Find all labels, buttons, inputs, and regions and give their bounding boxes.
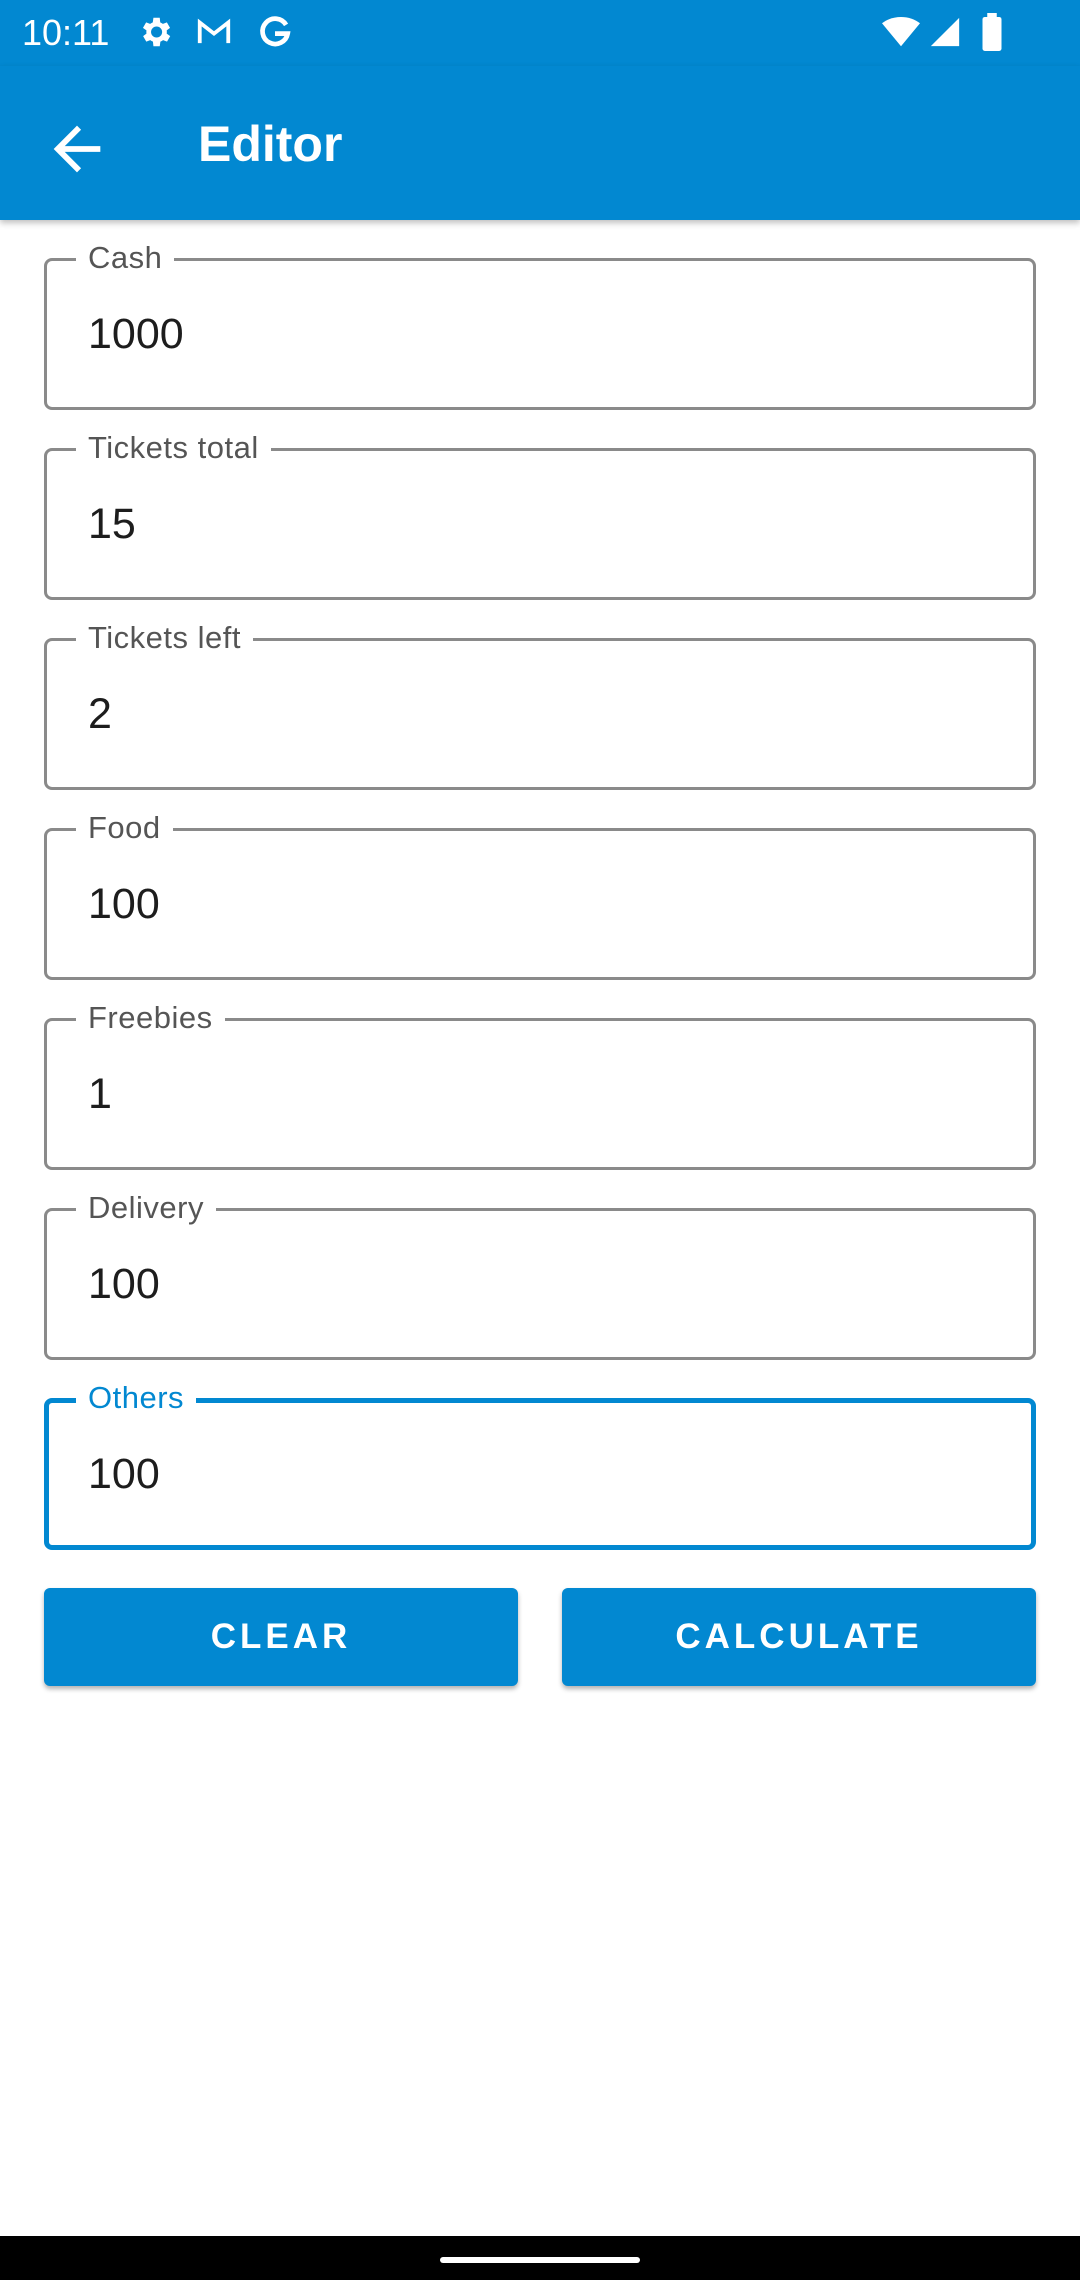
status-bar: 10:11 (0, 0, 1080, 66)
field-outline (44, 1398, 1036, 1550)
field-outline (44, 448, 1036, 600)
delivery-field[interactable]: Delivery 100 (44, 1188, 1036, 1360)
status-time: 10:11 (22, 12, 110, 53)
app-bar: Editor (0, 66, 1080, 220)
food-label: Food (76, 808, 173, 848)
tickets-left-value[interactable]: 2 (88, 688, 112, 740)
freebies-field[interactable]: Freebies 1 (44, 998, 1036, 1170)
field-outline (44, 828, 1036, 980)
arrow-back-icon (42, 125, 112, 188)
page-title: Editor (198, 116, 343, 172)
food-field[interactable]: Food 100 (44, 808, 1036, 980)
others-label: Others (76, 1378, 197, 1418)
tickets-left-label: Tickets left (76, 618, 253, 658)
delivery-label: Delivery (76, 1188, 216, 1228)
others-field[interactable]: Others 100 (44, 1378, 1036, 1550)
home-gesture-handle[interactable] (440, 2257, 640, 2263)
tickets-left-field[interactable]: Tickets left 2 (44, 618, 1036, 790)
back-button[interactable] (42, 114, 112, 184)
tickets-total-label: Tickets total (76, 428, 271, 468)
clear-button[interactable]: CLEAR (44, 1588, 518, 1686)
tickets-total-value[interactable]: 15 (88, 498, 136, 550)
field-outline (44, 1018, 1036, 1170)
delivery-value[interactable]: 100 (88, 1258, 160, 1310)
navigation-bar (0, 2236, 1080, 2280)
freebies-label: Freebies (76, 998, 225, 1038)
calculate-button[interactable]: CALCULATE (562, 1588, 1036, 1686)
cash-label: Cash (76, 238, 175, 278)
tickets-total-field[interactable]: Tickets total 15 (44, 428, 1036, 600)
wifi-icon (880, 13, 922, 56)
cash-field[interactable]: Cash 1000 (44, 238, 1036, 410)
others-value[interactable]: 100 (88, 1448, 160, 1500)
field-outline (44, 258, 1036, 410)
signal-icon (928, 13, 962, 56)
cash-value[interactable]: 1000 (88, 308, 184, 360)
field-outline (44, 1208, 1036, 1360)
food-value[interactable]: 100 (88, 878, 160, 930)
battery-icon (980, 13, 1004, 56)
settings-icon (136, 13, 174, 56)
gmail-icon (194, 13, 234, 56)
freebies-value[interactable]: 1 (88, 1068, 112, 1120)
google-icon (256, 13, 294, 56)
field-outline (44, 638, 1036, 790)
